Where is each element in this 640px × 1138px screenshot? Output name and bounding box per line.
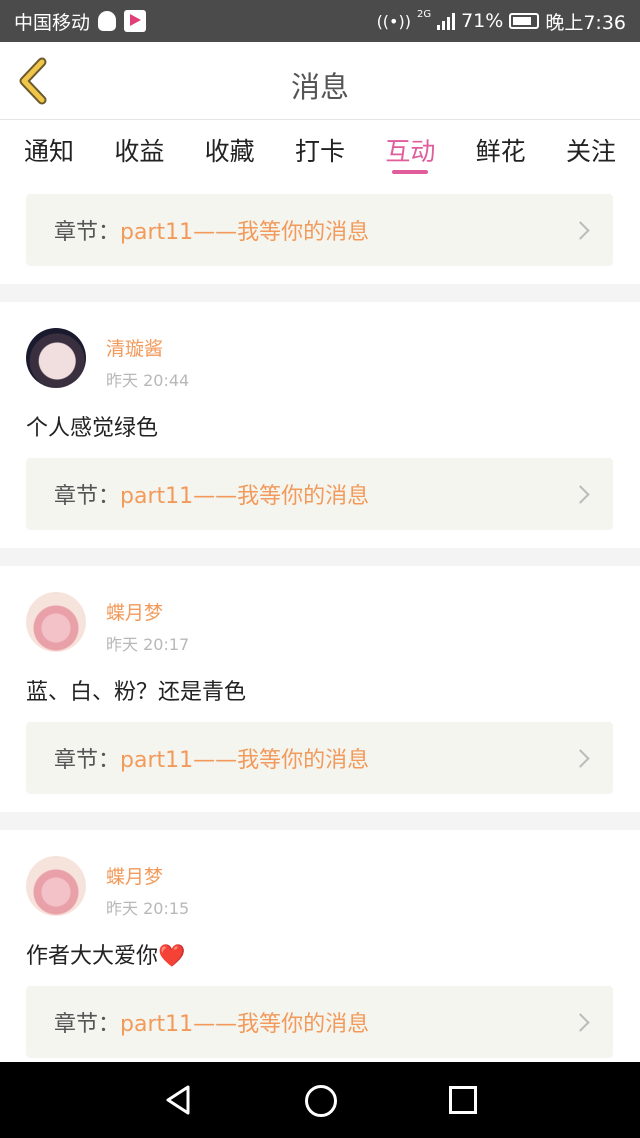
battery-percent: 71% (461, 10, 504, 32)
message-list: 章节： part11——我等你的消息 清璇酱 昨天 20:44 个人感觉绿色 章… (0, 178, 640, 1062)
message-card: 清璇酱 昨天 20:44 个人感觉绿色 章节： part11——我等你的消息 (0, 302, 640, 548)
chevron-right-icon (571, 220, 590, 240)
back-triangle-icon[interactable] (164, 1084, 192, 1116)
chevron-right-icon (571, 1012, 590, 1032)
battery-icon (509, 13, 540, 29)
chapter-label: 章节： (54, 484, 121, 509)
comment-text: 蓝、白、粉？还是青色 (26, 680, 247, 705)
chapter-link[interactable]: 章节： part11——我等你的消息 (26, 722, 613, 794)
chapter-title: part11——我等你的消息 (120, 748, 370, 773)
message-card: 章节： part11——我等你的消息 (0, 178, 640, 284)
chapter-label: 章节： (54, 220, 121, 245)
tab-earnings[interactable]: 收益 (114, 120, 164, 178)
tab-follow[interactable]: 关注 (566, 120, 616, 178)
chapter-title: part11——我等你的消息 (120, 484, 370, 509)
app-icon (124, 10, 147, 32)
timestamp: 昨天 20:44 (106, 371, 190, 390)
username[interactable]: 蝶月梦 (106, 862, 189, 889)
status-bar: 中国移动 ((•)) 2G 71% 晚上7:36 (0, 0, 640, 42)
chevron-right-icon (571, 484, 590, 504)
chapter-link[interactable]: 章节： part11——我等你的消息 (26, 194, 613, 266)
home-circle-icon[interactable] (305, 1085, 337, 1117)
chapter-link[interactable]: 章节： part11——我等你的消息 (26, 986, 613, 1058)
chapter-label: 章节： (54, 1012, 121, 1037)
avatar[interactable] (26, 592, 86, 652)
tab-notice[interactable]: 通知 (24, 120, 74, 178)
tab-bar: 通知 收益 收藏 打卡 互动 鲜花 关注 (0, 120, 640, 178)
timestamp: 昨天 20:15 (106, 899, 190, 918)
tab-favorites[interactable]: 收藏 (205, 120, 255, 178)
clock: 晚上7:36 (545, 11, 626, 34)
avatar[interactable] (26, 856, 86, 916)
username[interactable]: 清璇酱 (106, 334, 189, 361)
timestamp: 昨天 20:17 (106, 635, 190, 654)
carrier-name: 中国移动 (14, 11, 91, 34)
tab-checkin[interactable]: 打卡 (295, 120, 345, 178)
user-info: 清璇酱 昨天 20:44 (26, 328, 189, 391)
qq-icon (98, 11, 117, 31)
chapter-title: part11——我等你的消息 (120, 220, 370, 245)
signal-icon (437, 12, 456, 30)
username[interactable]: 蝶月梦 (106, 598, 189, 625)
message-card: 蝶月梦 昨天 20:15 作者大大爱你❤️ 章节： part11——我等你的消息 (0, 830, 640, 1062)
recent-square-icon[interactable] (449, 1086, 477, 1114)
wifi-icon: ((•)) (376, 11, 411, 31)
chapter-label: 章节： (54, 748, 121, 773)
chapter-title: part11——我等你的消息 (120, 1012, 370, 1037)
tab-interaction[interactable]: 互动 (385, 120, 435, 178)
chapter-link[interactable]: 章节： part11——我等你的消息 (26, 458, 613, 530)
system-nav-bar (0, 1062, 640, 1138)
comment-text: 个人感觉绿色 (26, 416, 159, 441)
message-card: 蝶月梦 昨天 20:17 蓝、白、粉？还是青色 章节： part11——我等你的… (0, 566, 640, 812)
avatar[interactable] (26, 328, 86, 388)
page-title: 消息 (290, 70, 349, 104)
comment-text: 作者大大爱你❤️ (26, 944, 186, 969)
network-type-badge: 2G (416, 8, 432, 20)
chevron-right-icon (571, 748, 590, 768)
user-info: 蝶月梦 昨天 20:15 (26, 856, 189, 919)
tab-flowers[interactable]: 鲜花 (476, 120, 526, 178)
header: 消息 (0, 42, 640, 120)
user-info: 蝶月梦 昨天 20:17 (26, 592, 189, 655)
